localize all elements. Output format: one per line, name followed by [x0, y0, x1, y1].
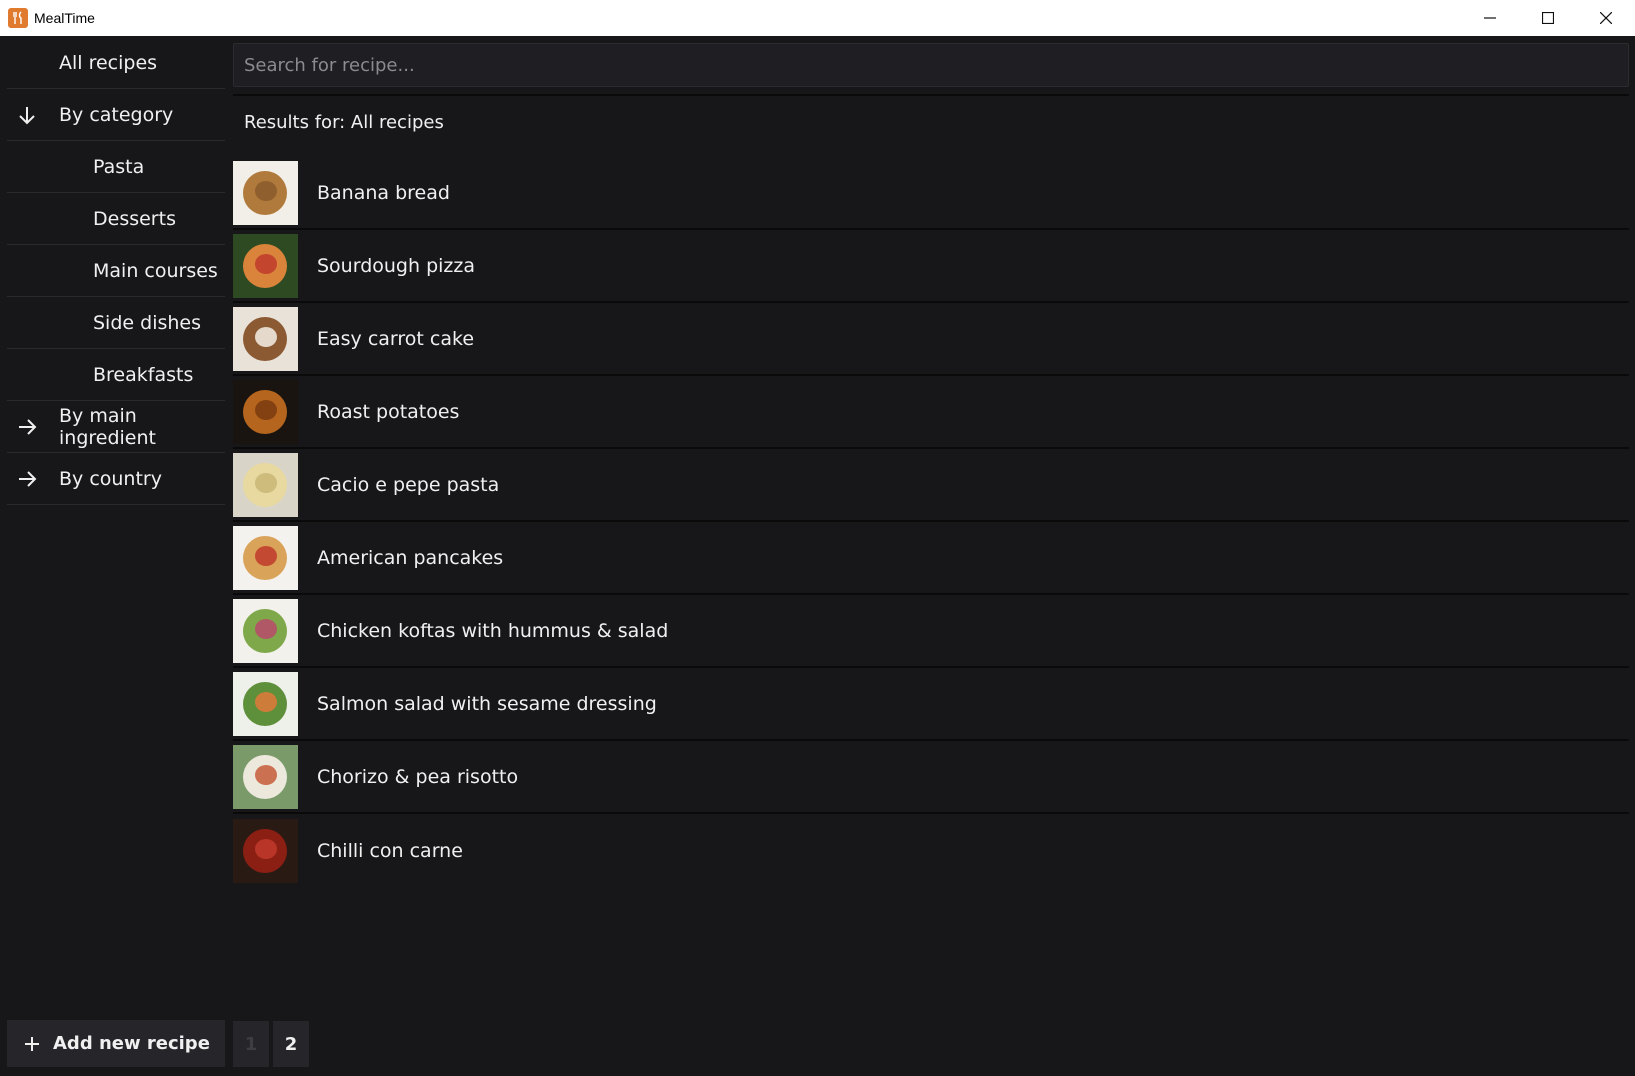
recipe-name: Sourdough pizza: [317, 254, 476, 277]
recipe-thumbnail: [233, 233, 298, 298]
recipe-thumbnail: [233, 379, 298, 444]
add-new-recipe-label: Add new recipe: [53, 1033, 210, 1054]
recipe-thumbnail: [233, 744, 298, 809]
results-label: Results for: All recipes: [244, 112, 444, 133]
sidebar-item[interactable]: All recipes: [7, 37, 225, 89]
sidebar-item-label: Side dishes: [93, 311, 201, 334]
recipe-thumbnail: [233, 160, 298, 225]
recipe-name: Cacio e pepe pasta: [317, 473, 500, 496]
recipe-thumbnail: [233, 452, 298, 517]
recipe-name: Roast potatoes: [317, 400, 460, 423]
fork-knife-icon: [8, 8, 28, 28]
recipe-row[interactable]: Banana bread: [233, 157, 1629, 230]
sidebar-item[interactable]: By category: [7, 89, 225, 141]
arrow-right-icon: [16, 416, 38, 438]
recipe-name: Chilli con carne: [317, 839, 463, 862]
sidebar-item[interactable]: Desserts: [7, 193, 225, 245]
sidebar-item-label: By main ingredient: [59, 404, 156, 449]
recipe-row[interactable]: Sourdough pizza: [233, 230, 1629, 303]
recipe-name: Chorizo & pea risotto: [317, 765, 519, 788]
recipe-row[interactable]: Easy carrot cake: [233, 303, 1629, 376]
recipe-thumbnail: [233, 525, 298, 590]
sidebar-item[interactable]: Main courses: [7, 245, 225, 297]
recipe-name: American pancakes: [317, 546, 504, 569]
sidebar-item-label: Desserts: [93, 207, 176, 230]
title-bar: MealTime: [0, 0, 1635, 36]
page-button-1[interactable]: 1: [233, 1021, 269, 1067]
arrow-down-icon: [16, 104, 38, 126]
recipe-row[interactable]: Cacio e pepe pasta: [233, 449, 1629, 522]
recipe-row[interactable]: American pancakes: [233, 522, 1629, 595]
sidebar-item-label: Breakfasts: [93, 363, 194, 386]
close-button[interactable]: [1577, 0, 1635, 36]
recipe-list: Banana bread Sourdough pizza Easy carrot c…: [233, 157, 1629, 887]
sidebar-item-label: By country: [59, 467, 162, 490]
recipe-name: Banana bread: [317, 181, 450, 204]
sidebar-item-label: All recipes: [59, 51, 158, 74]
recipe-row[interactable]: Chorizo & pea risotto: [233, 741, 1629, 814]
sidebar: All recipes By category Pasta Desserts Main …: [7, 37, 225, 505]
pagination: 12: [233, 1021, 309, 1067]
sidebar-item[interactable]: By country: [7, 453, 225, 505]
sidebar-item[interactable]: Pasta: [7, 141, 225, 193]
divider: [233, 94, 1629, 96]
search-input[interactable]: [244, 54, 1628, 76]
sidebar-item[interactable]: Breakfasts: [7, 349, 225, 401]
window-title: MealTime: [34, 10, 95, 26]
sidebar-item-label: By category: [59, 103, 174, 126]
search-box[interactable]: [233, 43, 1629, 87]
recipe-thumbnail: [233, 598, 298, 663]
add-new-recipe-button[interactable]: Add new recipe: [7, 1020, 225, 1067]
recipe-name: Easy carrot cake: [317, 327, 475, 350]
sidebar-item[interactable]: By main ingredient: [7, 401, 225, 453]
sidebar-item[interactable]: Side dishes: [7, 297, 225, 349]
maximize-button[interactable]: [1519, 0, 1577, 36]
recipe-name: Chicken koftas with hummus & salad: [317, 619, 669, 642]
recipe-thumbnail: [233, 818, 298, 883]
sidebar-item-label: Pasta: [93, 155, 145, 178]
recipe-thumbnail: [233, 671, 298, 736]
recipe-thumbnail: [233, 306, 298, 371]
recipe-row[interactable]: Chicken koftas with hummus & salad: [233, 595, 1629, 668]
plus-icon: [21, 1033, 43, 1055]
recipe-name: Salmon salad with sesame dressing: [317, 692, 657, 715]
recipe-row[interactable]: Salmon salad with sesame dressing: [233, 668, 1629, 741]
arrow-right-icon: [16, 468, 38, 490]
minimize-button[interactable]: [1461, 0, 1519, 36]
sidebar-item-label: Main courses: [93, 259, 218, 282]
recipe-row[interactable]: Roast potatoes: [233, 376, 1629, 449]
recipe-row[interactable]: Chilli con carne: [233, 814, 1629, 887]
page-button-2[interactable]: 2: [273, 1021, 309, 1067]
